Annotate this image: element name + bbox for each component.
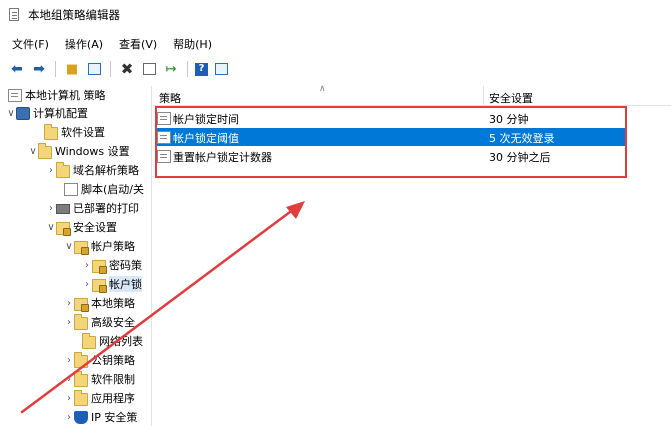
tree-item-public-key[interactable]: › 公钥策略 [64, 351, 135, 369]
column-header-setting[interactable]: 安全设置 [489, 90, 533, 106]
toolbar: ⬅ ➡ ■ ✖ ↦ ? [0, 58, 671, 80]
folder-icon [74, 389, 88, 406]
menu-bar: 文件(F) 操作(A) 查看(V) 帮助(H) [0, 34, 212, 54]
security-folder-icon [56, 221, 71, 236]
help-icon[interactable]: ? [195, 62, 208, 76]
chevron-right-icon[interactable]: › [82, 279, 92, 290]
properties-icon[interactable] [140, 60, 158, 78]
forward-arrow-icon[interactable]: ➡ [30, 60, 48, 78]
chevron-down-icon[interactable]: ∨ [28, 146, 38, 157]
tree-item-password-policy[interactable]: › 密码策 [82, 256, 142, 274]
tree-item-security-settings[interactable]: ∨ 安全设置 [46, 218, 117, 236]
list-header: ∧ 策略 安全设置 [153, 84, 671, 106]
tree-item-ip-security[interactable]: › IP 安全策 [64, 408, 137, 426]
folder-icon [44, 123, 58, 140]
menu-file[interactable]: 文件(F) [12, 36, 49, 52]
toolbar-separator [55, 61, 56, 77]
chevron-right-icon[interactable]: › [64, 298, 74, 309]
chevron-right-icon[interactable]: › [46, 165, 56, 176]
tree-item-printers[interactable]: › 已部署的打印 [46, 199, 139, 217]
highlight-box [155, 106, 627, 178]
chevron-right-icon[interactable]: › [64, 393, 74, 404]
tree-item-root[interactable]: 本地计算机 策略 [8, 86, 106, 104]
chevron-down-icon[interactable]: ∨ [6, 108, 16, 119]
menu-help[interactable]: 帮助(H) [173, 36, 212, 52]
back-arrow-icon[interactable]: ⬅ [8, 60, 26, 78]
toolbar-separator [187, 61, 188, 77]
chevron-right-icon[interactable]: › [64, 374, 74, 385]
folder-icon [82, 332, 96, 349]
menu-action[interactable]: 操作(A) [65, 36, 103, 52]
script-doc-icon [64, 182, 78, 196]
app-icon [8, 8, 22, 22]
printer-icon [56, 204, 70, 214]
tree-item-software-restriction[interactable]: › 软件限制 [64, 370, 135, 388]
chevron-right-icon[interactable]: › [64, 355, 74, 366]
column-divider[interactable] [483, 86, 484, 106]
menu-view[interactable]: 查看(V) [119, 36, 157, 52]
folder-icon [56, 161, 70, 178]
window-title: 本地组策略编辑器 [28, 8, 120, 22]
computer-icon [16, 106, 30, 120]
security-folder-icon [92, 278, 107, 293]
folder-icon [38, 142, 52, 159]
folder-icon [74, 351, 88, 368]
security-folder-icon [74, 297, 89, 312]
tree-item-scripts[interactable]: 脚本(启动/关 [64, 180, 144, 198]
security-folder-icon [92, 259, 107, 274]
tree-item-advanced-security[interactable]: › 高级安全 [64, 313, 135, 331]
chevron-right-icon[interactable]: › [64, 412, 74, 423]
chevron-right-icon[interactable]: › [82, 260, 92, 271]
tree-item-app-control[interactable]: › 应用程序 [64, 389, 135, 407]
tree-item-network-list[interactable]: 网络列表 [82, 332, 143, 350]
view-icon[interactable] [212, 60, 230, 78]
tree-pane: 本地计算机 策略 ∨ 计算机配置 软件设置 ∨ Windows 设置 › 域名解… [0, 86, 152, 426]
sort-caret-icon: ∧ [319, 84, 326, 94]
tree-item-software-settings[interactable]: 软件设置 [44, 123, 105, 141]
up-folder-icon[interactable]: ■ [63, 60, 81, 78]
chevron-down-icon[interactable]: ∨ [64, 241, 74, 252]
chevron-right-icon[interactable]: › [64, 317, 74, 328]
delete-icon[interactable]: ✖ [118, 60, 136, 78]
folder-icon [74, 370, 88, 387]
tree-item-computer-config[interactable]: ∨ 计算机配置 [6, 104, 88, 122]
export-icon[interactable]: ↦ [162, 60, 180, 78]
column-header-policy[interactable]: 策略 [159, 90, 181, 106]
toolbar-separator [110, 61, 111, 77]
policy-doc-icon [8, 88, 22, 102]
title-bar: 本地组策略编辑器 [0, 0, 671, 30]
folder-icon [74, 313, 88, 330]
tree-item-account-lockout[interactable]: › 帐户锁 [82, 275, 142, 293]
security-folder-icon [74, 240, 89, 255]
show-tree-icon[interactable] [85, 60, 103, 78]
tree-item-local-policies[interactable]: › 本地策略 [64, 294, 135, 312]
chevron-down-icon[interactable]: ∨ [46, 222, 56, 233]
chevron-right-icon[interactable]: › [46, 203, 56, 214]
tree-item-windows-settings[interactable]: ∨ Windows 设置 [28, 142, 130, 160]
ip-security-icon [74, 410, 88, 424]
tree-item-account-policies[interactable]: ∨ 帐户策略 [64, 237, 135, 255]
tree-item-dns-policy[interactable]: › 域名解析策略 [46, 161, 139, 179]
